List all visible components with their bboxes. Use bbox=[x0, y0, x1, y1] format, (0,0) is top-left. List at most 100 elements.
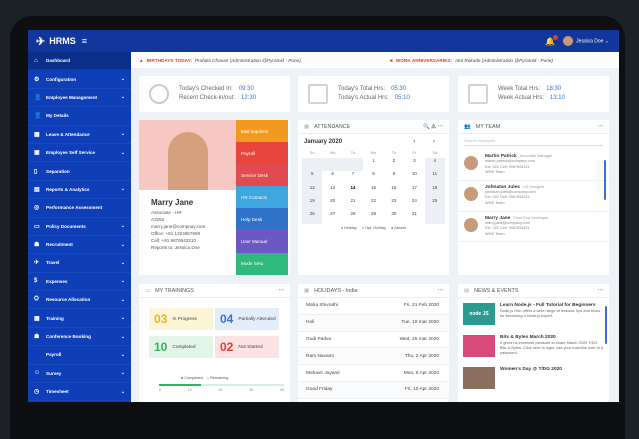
top-bar: ✈ HRMS ≡ 🔔 Jessica Doe ⌄ bbox=[28, 30, 619, 52]
quick-link-service-desk[interactable]: Service Desk bbox=[236, 164, 288, 187]
sidebar-item-timesheet[interactable]: ◷ Timesheet ⌄ bbox=[28, 383, 131, 402]
calendar-day[interactable]: 13 bbox=[322, 185, 342, 198]
sidebar-item-label: Reports & Analytics bbox=[46, 186, 90, 192]
sidebar-item-reports-analytics[interactable]: ▤ Reports & Analytics ⌄ bbox=[28, 181, 131, 200]
calendar-day[interactable]: 22 bbox=[363, 198, 383, 211]
team-member[interactable]: Martin Patrick Associate Manager martin.pa… bbox=[458, 150, 609, 181]
team-member[interactable]: Marry Jane Front End Developer marry.jane@… bbox=[458, 212, 609, 243]
holiday-name: Maha Shivrathi bbox=[306, 303, 338, 309]
sidebar-item-leave-attendance[interactable]: ▦ Leave & Attendance ⌄ bbox=[28, 126, 131, 144]
calendar-day[interactable]: 7 bbox=[343, 171, 363, 184]
scrollbar[interactable] bbox=[604, 160, 606, 200]
scrollbar[interactable] bbox=[605, 306, 607, 344]
sidebar-item-employee-management[interactable]: 👤 Employee Management ⌄ bbox=[28, 89, 131, 108]
calendar-day[interactable]: 19 bbox=[302, 197, 323, 212]
calendar-day[interactable]: 25 bbox=[424, 197, 445, 212]
news-item[interactable]: Bits & Bytes March 2020 It gives us immen… bbox=[458, 330, 609, 362]
holiday-name: Holi bbox=[306, 320, 315, 326]
training-stat[interactable]: 10 Completed bbox=[149, 336, 213, 358]
calendar-day[interactable]: 2 bbox=[384, 158, 404, 171]
sidebar-item-payroll[interactable]: Payroll ⌄ bbox=[28, 346, 131, 365]
sidebar-item-my-details[interactable]: 👤 My Details bbox=[28, 107, 131, 126]
training-stat[interactable]: 03 In Progress bbox=[149, 308, 213, 330]
axis-tick: 0 bbox=[159, 388, 161, 392]
sidebar-item-configuration[interactable]: ⚙ Configuration ⌄ bbox=[28, 70, 131, 89]
user-menu[interactable]: Jessica Doe ⌄ bbox=[563, 36, 609, 46]
legend-completed: Completed bbox=[184, 376, 203, 380]
team-search-input[interactable]: Search employee... bbox=[464, 138, 603, 146]
more-icon[interactable]: 🔍 ⚠ ⋯ bbox=[423, 124, 443, 130]
calendar-day[interactable]: 1 bbox=[363, 158, 383, 171]
member-name: Marry Jane bbox=[485, 215, 511, 221]
sidebar-item-resource-allocation[interactable]: ⛭ Resource Allocation ⌄ bbox=[28, 291, 131, 310]
calendar-day[interactable]: 23 bbox=[384, 198, 404, 211]
calendar-day[interactable]: 9 bbox=[384, 171, 404, 184]
holiday-date: Tue, 10 mar 2020 bbox=[401, 320, 439, 326]
notification-bell-icon[interactable]: 🔔 bbox=[545, 34, 559, 46]
sidebar-item-policy-documents[interactable]: ▭ Policy Documents ⌄ bbox=[28, 218, 131, 236]
calendar-day[interactable]: 16 bbox=[384, 185, 404, 198]
sidebar-item-training[interactable]: ▦ Training ⌄ bbox=[28, 309, 131, 328]
news-item[interactable]: Women's Day @ T/DG 2020 bbox=[458, 362, 609, 394]
calendar-day[interactable]: 24 bbox=[404, 198, 424, 211]
calendar-day[interactable]: 28 bbox=[343, 211, 363, 224]
sidebar-item-conference-booking[interactable]: ☗ Conference Booking ⌄ bbox=[28, 328, 131, 347]
calendar-month: January 2020 bbox=[304, 139, 343, 145]
quick-link-mode-setu[interactable]: Mode Setu bbox=[236, 252, 288, 275]
calendar-day[interactable]: 29 bbox=[363, 211, 383, 224]
sidebar-item-label: Separation bbox=[46, 168, 70, 174]
menu-toggle-icon[interactable]: ≡ bbox=[82, 36, 87, 46]
calendar-day[interactable]: 17 bbox=[404, 185, 424, 198]
calendar-day[interactable]: 8 bbox=[363, 171, 383, 184]
training-stat[interactable]: 04 Partially Attended bbox=[215, 308, 279, 330]
sidebar-item-employee-self-service[interactable]: ▣ Employee Self Service ⌄ bbox=[28, 144, 131, 163]
quick-link-hr-contacts[interactable]: HR Contacts bbox=[236, 186, 288, 209]
quick-link-user-manual[interactable]: User Manual bbox=[236, 230, 288, 253]
app-logo[interactable]: ✈ HRMS ≡ bbox=[28, 35, 131, 48]
birthday-text: Prafulla Chavan (Administration @Pyramid… bbox=[194, 57, 301, 63]
calendar-day[interactable]: 4 bbox=[424, 158, 445, 172]
sidebar-item-label: Recruitment bbox=[46, 242, 73, 248]
quick-link-label: Service Desk bbox=[241, 172, 269, 178]
calendar-day[interactable]: 3 bbox=[404, 158, 424, 171]
calendar-day[interactable]: 21 bbox=[343, 198, 363, 211]
calendar-day[interactable]: 31 bbox=[404, 211, 424, 224]
calendar-grid: Su Mo Tu We Th Fr Sa 1 2 3 4 5 6 7 8 9 10 11 12 13 14 15 16 17 1… bbox=[298, 150, 449, 225]
month-nav[interactable]: ‹ › bbox=[413, 139, 443, 145]
calendar-day[interactable]: 12 bbox=[302, 184, 323, 198]
calendar-day[interactable]: 11 bbox=[424, 171, 445, 185]
calendar-day[interactable]: 20 bbox=[322, 198, 342, 211]
sidebar-item-recruitment[interactable]: ☗ Recruitment ⌄ bbox=[28, 236, 131, 255]
calendar-day[interactable]: 26 bbox=[302, 211, 323, 225]
training-count: 04 bbox=[220, 312, 234, 326]
training-stat[interactable]: 02 Not Started bbox=[215, 336, 279, 358]
gift-icon: ■ bbox=[390, 57, 393, 63]
quick-link-help-desk[interactable]: Help Desk bbox=[236, 208, 288, 231]
more-icon[interactable]: ⋯ bbox=[279, 288, 284, 294]
training-label: Completed bbox=[172, 344, 196, 350]
calendar-day[interactable]: 18 bbox=[424, 184, 445, 198]
quick-link-mail-inquiries[interactable]: Mail Inquiries bbox=[236, 120, 288, 143]
more-icon[interactable]: ⋯ bbox=[438, 288, 443, 294]
calendar-day[interactable]: 15 bbox=[363, 185, 383, 198]
news-item[interactable]: node JS Learn Node.js - Full Tutorial for… bbox=[458, 298, 609, 330]
calendar-day[interactable]: 30 bbox=[384, 211, 404, 224]
calendar-day[interactable]: 5 bbox=[302, 171, 323, 185]
calendar-day[interactable]: 27 bbox=[322, 211, 342, 224]
calendar-day[interactable]: 14 bbox=[343, 185, 363, 198]
more-icon[interactable]: ⋯ bbox=[598, 288, 603, 294]
news-thumbnail bbox=[463, 367, 495, 389]
sidebar-item-performance-assessment[interactable]: ◎ Performance Assessment bbox=[28, 199, 131, 218]
calendar-day[interactable]: 10 bbox=[404, 171, 424, 184]
more-icon[interactable]: ⋯ bbox=[598, 124, 603, 130]
calendar-legend: Holiday Opt. Holiday Absent bbox=[298, 226, 449, 230]
sidebar-item-survey[interactable]: ☺ Survey ⌄ bbox=[28, 365, 131, 384]
sidebar-item-separation[interactable]: ▯ Separation bbox=[28, 162, 131, 181]
calendar-day[interactable]: 6 bbox=[322, 171, 342, 184]
sidebar-item-travel[interactable]: ✈ Travel ⌄ bbox=[28, 254, 131, 273]
sidebar-item-expenses[interactable]: $ Expenses ⌄ bbox=[28, 273, 131, 292]
calendar-icon bbox=[468, 84, 488, 104]
team-member[interactable]: Johnatan Jules UX Designer johnatan.jules@… bbox=[458, 181, 609, 212]
sidebar-item-dashboard[interactable]: ⌂ Dashboard bbox=[28, 52, 131, 71]
quick-link-payroll[interactable]: Payroll bbox=[236, 142, 288, 165]
